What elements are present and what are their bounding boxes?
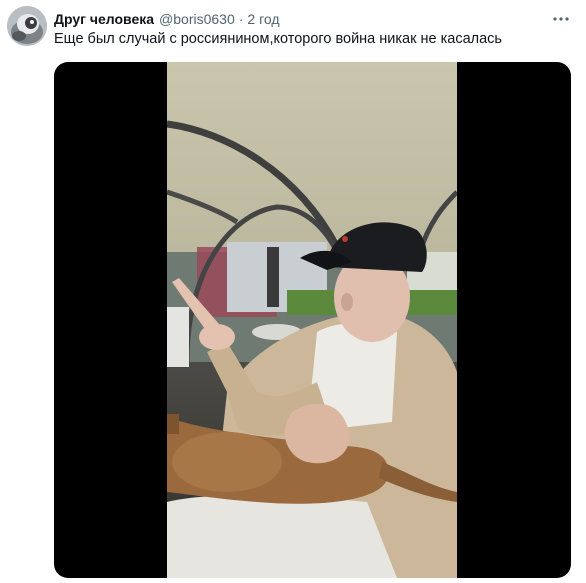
more-button[interactable] bbox=[550, 8, 572, 30]
avatar-image bbox=[7, 6, 47, 46]
tweet-text: Еще был случай с россиянином,которого во… bbox=[54, 31, 502, 47]
timestamp[interactable]: 2 год bbox=[247, 11, 279, 27]
more-horizontal-icon bbox=[553, 17, 569, 21]
tweet-header: Друг человека @boris0630 · 2 год bbox=[54, 9, 280, 29]
separator-dot: · bbox=[238, 11, 244, 27]
display-name[interactable]: Друг человека bbox=[54, 11, 154, 27]
user-handle[interactable]: @boris0630 bbox=[159, 11, 235, 27]
video-frame bbox=[167, 62, 457, 578]
tweet: Друг человека @boris0630 · 2 год Еще был… bbox=[0, 0, 586, 583]
tweet-media[interactable] bbox=[54, 62, 571, 578]
avatar[interactable] bbox=[7, 6, 47, 46]
